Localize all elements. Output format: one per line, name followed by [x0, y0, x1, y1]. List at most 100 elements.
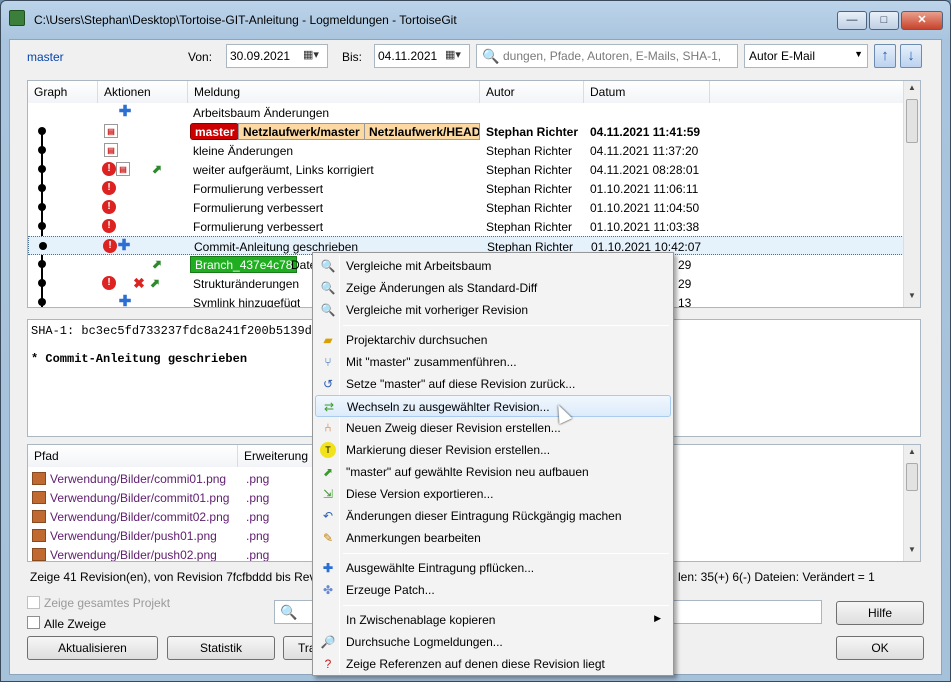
image-file-icon — [32, 491, 46, 504]
maximize-button[interactable]: □ — [869, 11, 899, 30]
column-header-author[interactable]: Autor — [480, 81, 584, 103]
branch-icon: ⑃ — [324, 421, 332, 435]
chevron-down-icon: ▼ — [854, 49, 863, 59]
refresh-button[interactable]: Aktualisieren — [27, 636, 158, 660]
scroll-thumb[interactable] — [906, 463, 918, 491]
table-row[interactable]: ! Formulierung verbessert Stephan Richte… — [28, 217, 906, 236]
modified-icon: ! — [102, 162, 116, 176]
file-path: Verwendung/Bilder/commi01.png — [50, 472, 227, 486]
commit-message: weiter aufgeräumt, Links korrigiert — [193, 163, 374, 177]
title-bar[interactable]: C:\Users\Stephan\Desktop\Tortoise-GIT-An… — [1, 1, 950, 39]
show-whole-project-checkbox[interactable] — [27, 596, 40, 609]
tortoisegit-app-icon — [9, 10, 25, 26]
menu-item-compare-previous[interactable]: 🔍 Vergleiche mit vorheriger Revision — [315, 299, 671, 321]
calendar-dropdown-icon[interactable]: ▦▾ — [445, 48, 467, 64]
minimize-button[interactable]: — — [837, 11, 867, 30]
column-header-message[interactable]: Meldung — [188, 81, 480, 103]
menu-item-cherry-pick[interactable]: ✚ Ausgewählte Eintragung pflücken... — [315, 557, 671, 579]
from-date-picker[interactable]: 30.09.2021 ▦▾ — [226, 44, 328, 68]
menu-item-reset[interactable]: ↺ Setze "master" auf diese Revision zurü… — [315, 373, 671, 395]
scroll-down-icon[interactable]: ▼ — [904, 291, 920, 305]
submenu-arrow-icon: ▶ — [654, 613, 661, 623]
column-header-actions[interactable]: Aktionen — [98, 81, 188, 103]
menu-item-revert[interactable]: ↶ Änderungen dieser Eintragung Rückgängi… — [315, 505, 671, 527]
modified-icon: ! — [102, 200, 116, 214]
filter-field-value: Autor E-Mail — [749, 49, 816, 63]
renamed-icon: ⬈ — [151, 162, 163, 176]
menu-item-repo-browser[interactable]: ▰ Projektarchiv durchsuchen — [315, 329, 671, 351]
menu-item-edit-notes[interactable]: ✎ Anmerkungen bearbeiten — [315, 527, 671, 549]
filter-field-combo[interactable]: Autor E-Mail ▼ — [744, 44, 868, 68]
rebase-icon: ⬈ — [322, 465, 334, 479]
all-branches-checkbox[interactable] — [27, 616, 40, 629]
add-icon: ✚ — [118, 103, 132, 120]
graph-node — [38, 184, 46, 192]
ref-badge-remote-head: Netzlaufwerk/HEAD — [364, 123, 480, 140]
menu-item-label: "master" auf gewählte Revision neu aufba… — [346, 465, 589, 479]
statistics-button[interactable]: Statistik — [167, 636, 275, 660]
from-date-value: 30.09.2021 — [230, 49, 291, 63]
menu-item-switch-revision[interactable]: ⇄ Wechseln zu ausgewählter Revision... — [315, 395, 671, 417]
image-file-icon — [32, 529, 46, 542]
to-date-picker[interactable]: 04.11.2021 ▦▾ — [374, 44, 470, 68]
help-button[interactable]: Hilfe — [836, 601, 924, 625]
menu-item-create-patch[interactable]: ✤ Erzeuge Patch... — [315, 579, 671, 601]
graph-node — [38, 298, 46, 306]
table-row[interactable]: ! Formulierung verbessert Stephan Richte… — [28, 198, 906, 217]
calendar-dropdown-icon[interactable]: ▦▾ — [303, 48, 325, 64]
menu-item-search-log[interactable]: 🔎 Durchsuche Logmeldungen... — [315, 631, 671, 653]
image-file-icon — [32, 472, 46, 485]
commit-date: 04.11.2021 11:37:20 — [590, 144, 699, 158]
scroll-up-icon[interactable]: ▲ — [904, 447, 920, 461]
file-extension: .png — [246, 529, 270, 543]
menu-item-merge[interactable]: ⑂ Mit "master" zusammenführen... — [315, 351, 671, 373]
file-path: Verwendung/Bilder/push01.png — [50, 529, 217, 543]
revision-list-scrollbar[interactable]: ▲ ▼ — [903, 81, 920, 307]
modified-icon: ! — [103, 239, 117, 253]
menu-item-show-diff[interactable]: 🔍 Zeige Änderungen als Standard-Diff — [315, 277, 671, 299]
menu-item-rebase[interactable]: ⬈ "master" auf gewählte Revision neu auf… — [315, 461, 671, 483]
cherry-pick-icon: ✚ — [322, 561, 334, 575]
scroll-thumb[interactable] — [906, 99, 918, 143]
menu-item-export[interactable]: ⇲ Diese Version exportieren... — [315, 483, 671, 505]
commit-date: 29 — [678, 277, 692, 291]
table-row[interactable]: ▤ kleine Änderungen Stephan Richter 04.1… — [28, 141, 906, 160]
table-row[interactable]: ✚ Arbeitsbaum Änderungen — [28, 103, 906, 122]
next-result-arrow-down-icon[interactable]: ↓ — [900, 44, 922, 68]
table-row[interactable]: ▤ master Netzlaufwerk/master Netzlaufwer… — [28, 122, 906, 141]
menu-item-show-refs[interactable]: ? Zeige Referenzen auf denen diese Revis… — [315, 653, 671, 675]
graph-node — [38, 127, 46, 135]
all-branches-label: Alle Zweige — [44, 617, 107, 631]
scroll-up-icon[interactable]: ▲ — [904, 83, 920, 97]
current-branch-link[interactable]: master — [27, 50, 64, 64]
commit-date: 01.10.2021 11:06:11 — [590, 182, 699, 196]
switch-icon: ⇄ — [323, 400, 335, 414]
menu-item-label: Änderungen dieser Eintragung Rückgängig … — [346, 509, 622, 523]
menu-item-create-branch[interactable]: ⑃ Neuen Zweig dieser Revision erstellen.… — [315, 417, 671, 439]
commit-full-message: * Commit-Anleitung geschrieben — [31, 352, 248, 366]
menu-separator — [343, 325, 669, 326]
modified-icon: ! — [102, 219, 116, 233]
menu-item-label: Anmerkungen bearbeiten — [346, 531, 481, 545]
files-list-scrollbar[interactable]: ▲ ▼ — [903, 445, 920, 561]
commit-date: 04.11.2021 08:28:01 — [590, 163, 700, 177]
window-title: C:\Users\Stephan\Desktop\Tortoise-GIT-An… — [34, 13, 457, 27]
menu-item-compare-working-tree[interactable]: 🔍 Vergleiche mit Arbeitsbaum — [315, 255, 671, 277]
menu-item-label: Projektarchiv durchsuchen — [346, 333, 488, 347]
log-search-input[interactable]: 🔍 dungen, Pfade, Autoren, E-Mails, SHA-1… — [476, 44, 738, 68]
modified-icon: ! — [102, 181, 116, 195]
previous-result-arrow-up-icon[interactable]: ↑ — [874, 44, 896, 68]
commit-author: Stephan Richter — [486, 163, 573, 177]
table-row[interactable]: ! Formulierung verbessert Stephan Richte… — [28, 179, 906, 198]
column-header-graph[interactable]: Graph — [28, 81, 98, 103]
scroll-down-icon[interactable]: ▼ — [904, 545, 920, 559]
menu-item-label: Vergleiche mit vorheriger Revision — [346, 303, 529, 317]
menu-item-copy-clipboard[interactable]: In Zwischenablage kopieren ▶ — [315, 609, 671, 631]
ok-button[interactable]: OK — [836, 636, 924, 660]
column-header-path[interactable]: Pfad — [28, 445, 238, 467]
menu-item-create-tag[interactable]: T Markierung dieser Revision erstellen..… — [315, 439, 671, 461]
close-button[interactable]: ✕ — [901, 11, 943, 30]
table-row[interactable]: ! ▤ ⬈ weiter aufgeräumt, Links korrigier… — [28, 160, 906, 179]
column-header-date[interactable]: Datum — [584, 81, 710, 103]
search-icon: 🔍 — [280, 604, 298, 620]
